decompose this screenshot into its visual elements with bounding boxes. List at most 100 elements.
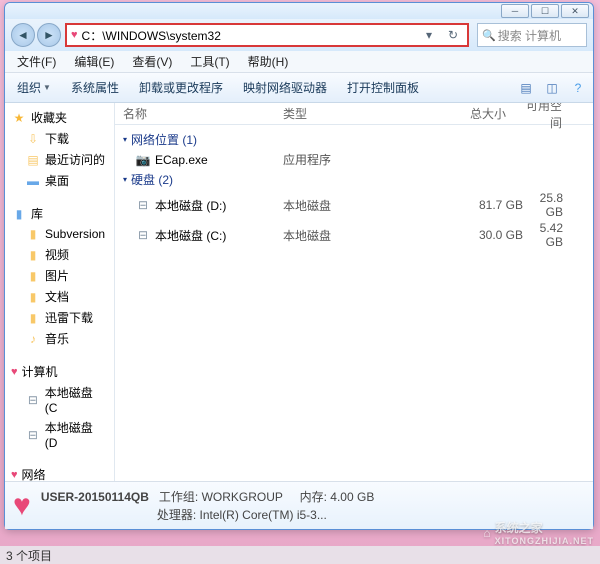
map-drive-button[interactable]: 映射网络驱动器 [235, 75, 335, 100]
menu-bar: 文件(F) 编辑(E) 查看(V) 工具(T) 帮助(H) [5, 51, 593, 73]
file-list: ▾网络位置 (1) 📷ECap.exe 应用程序 ▾硬盘 (2) ⊟本地磁盘 (… [115, 125, 593, 481]
folder-icon: ▮ [25, 226, 41, 242]
sidebar-item-downloads[interactable]: ⇩下载 [5, 128, 114, 149]
chevron-down-icon: ▼ [43, 83, 51, 92]
uninstall-button[interactable]: 卸载或更改程序 [131, 75, 231, 100]
cpu-value: Intel(R) Core(TM) i5-3... [200, 508, 327, 522]
window-controls: ─ ☐ ✕ [501, 4, 589, 18]
sidebar-network: ♥网络 [5, 464, 114, 481]
download-icon: ⇩ [25, 131, 41, 147]
system-properties-button[interactable]: 系统属性 [63, 75, 127, 100]
sidebar-libraries-head[interactable]: ▮库 [5, 203, 114, 224]
preview-pane-icon[interactable]: ◫ [541, 77, 563, 99]
menu-tools[interactable]: 工具(T) [182, 51, 237, 72]
status-text: 3 个项目 [6, 549, 52, 563]
menu-edit[interactable]: 编辑(E) [66, 51, 122, 72]
heart-icon: ♥ [11, 366, 18, 378]
forward-button[interactable]: ► [37, 23, 61, 47]
sidebar: ★收藏夹 ⇩下载 ▤最近访问的 ▬桌面 ▮库 ▮Subversion ▮视频 ▮… [5, 103, 115, 481]
menu-view[interactable]: 查看(V) [124, 51, 180, 72]
drive-icon: ⊟ [25, 392, 41, 408]
address-bar[interactable]: ♥ C：\WINDOWS\system32 ▾ ↻ [67, 27, 467, 44]
sidebar-item-drive-d[interactable]: ⊟本地磁盘 (D [5, 417, 114, 452]
sidebar-favorites-head[interactable]: ★收藏夹 [5, 107, 114, 128]
back-button[interactable]: ◄ [11, 23, 35, 47]
explorer-window: ─ ☐ ✕ ◄ ► ♥ C：\WINDOWS\system32 ▾ ↻ 🔍 搜索… [4, 2, 594, 530]
group-hard-drives[interactable]: ▾硬盘 (2) [115, 169, 593, 190]
address-text: C：\WINDOWS\system32 [82, 27, 415, 44]
download-icon: ▮ [25, 310, 41, 326]
refresh-icon[interactable]: ↻ [443, 28, 463, 42]
workgroup-label: 工作组: [159, 490, 198, 504]
computer-name: USER-20150114QB [41, 490, 149, 504]
sidebar-item-subversion[interactable]: ▮Subversion [5, 224, 114, 244]
sidebar-item-drive-c[interactable]: ⊟本地磁盘 (C [5, 382, 114, 417]
memory-label: 内存: [300, 490, 327, 504]
menu-help[interactable]: 帮助(H) [240, 51, 297, 72]
sidebar-computer-head[interactable]: ♥计算机 [5, 361, 114, 382]
drive-icon: ⊟ [135, 227, 151, 243]
menu-file[interactable]: 文件(F) [9, 51, 64, 72]
heart-icon: ♥ [13, 489, 31, 523]
camera-icon: 📷 [135, 152, 151, 168]
close-button[interactable]: ✕ [561, 4, 589, 18]
sidebar-item-xunlei[interactable]: ▮迅雷下载 [5, 307, 114, 328]
group-network-location[interactable]: ▾网络位置 (1) [115, 129, 593, 150]
sidebar-item-recent[interactable]: ▤最近访问的 [5, 149, 114, 170]
sidebar-item-music[interactable]: ♪音乐 [5, 328, 114, 349]
sidebar-item-pictures[interactable]: ▮图片 [5, 265, 114, 286]
sidebar-computer: ♥计算机 ⊟本地磁盘 (C ⊟本地磁盘 (D [5, 361, 114, 452]
workgroup-value: WORKGROUP [202, 490, 283, 504]
search-placeholder: 搜索 计算机 [498, 27, 561, 44]
watermark-text: 系统之家 [495, 519, 594, 536]
sidebar-item-desktop[interactable]: ▬桌面 [5, 170, 114, 191]
help-icon[interactable]: ? [567, 77, 589, 99]
view-mode-icon[interactable]: ▤ [515, 77, 537, 99]
pictures-icon: ▮ [25, 268, 41, 284]
col-name[interactable]: 名称 [115, 105, 275, 122]
address-bar-highlight: ♥ C：\WINDOWS\system32 ▾ ↻ [65, 23, 469, 47]
body: ★收藏夹 ⇩下载 ▤最近访问的 ▬桌面 ▮库 ▮Subversion ▮视频 ▮… [5, 103, 593, 481]
search-icon: 🔍 [482, 29, 496, 42]
video-icon: ▮ [25, 247, 41, 263]
content-pane: 名称 类型 总大小 可用空间 ▾网络位置 (1) 📷ECap.exe 应用程序 … [115, 103, 593, 481]
library-icon: ▮ [11, 206, 27, 222]
documents-icon: ▮ [25, 289, 41, 305]
toolbar: 组织▼ 系统属性 卸载或更改程序 映射网络驱动器 打开控制面板 ▤ ◫ ? [5, 73, 593, 103]
sidebar-item-documents[interactable]: ▮文档 [5, 286, 114, 307]
maximize-button[interactable]: ☐ [531, 4, 559, 18]
cpu-label: 处理器: [157, 508, 196, 522]
watermark: ⌂ 系统之家 XITONGZHIJIA.NET [483, 519, 594, 546]
col-totalsize[interactable]: 总大小 [395, 105, 515, 122]
organize-button[interactable]: 组织▼ [9, 75, 59, 100]
star-icon: ★ [11, 110, 27, 126]
collapse-icon: ▾ [123, 175, 127, 184]
navigation-bar: ◄ ► ♥ C：\WINDOWS\system32 ▾ ↻ 🔍 搜索 计算机 [5, 19, 593, 51]
sidebar-item-videos[interactable]: ▮视频 [5, 244, 114, 265]
control-panel-button[interactable]: 打开控制面板 [339, 75, 427, 100]
status-bar: 3 个项目 [0, 546, 600, 564]
list-item[interactable]: 📷ECap.exe 应用程序 [115, 150, 593, 169]
watermark-url: XITONGZHIJIA.NET [495, 536, 594, 546]
titlebar: ─ ☐ ✕ [5, 3, 593, 19]
col-type[interactable]: 类型 [275, 105, 395, 122]
nav-arrows: ◄ ► [11, 23, 61, 47]
list-item[interactable]: ⊟本地磁盘 (D:) 本地磁盘 81.7 GB 25.8 GB [115, 190, 593, 220]
list-item[interactable]: ⊟本地磁盘 (C:) 本地磁盘 30.0 GB 5.42 GB [115, 220, 593, 250]
house-icon: ⌂ [483, 526, 490, 540]
memory-value: 4.00 GB [330, 490, 374, 504]
heart-icon: ♥ [71, 29, 78, 41]
search-input[interactable]: 🔍 搜索 计算机 [477, 23, 587, 47]
sidebar-favorites: ★收藏夹 ⇩下载 ▤最近访问的 ▬桌面 [5, 107, 114, 191]
collapse-icon: ▾ [123, 135, 127, 144]
minimize-button[interactable]: ─ [501, 4, 529, 18]
recent-icon: ▤ [25, 152, 41, 168]
sidebar-network-head[interactable]: ♥网络 [5, 464, 114, 481]
details-info: USER-20150114QB 工作组: WORKGROUP 内存: 4.00 … [41, 488, 375, 524]
drive-icon: ⊟ [25, 427, 41, 443]
desktop-icon: ▬ [25, 173, 41, 189]
music-icon: ♪ [25, 331, 41, 347]
heart-icon: ♥ [11, 469, 18, 481]
drive-icon: ⊟ [135, 197, 151, 213]
address-dropdown-icon[interactable]: ▾ [419, 28, 439, 42]
